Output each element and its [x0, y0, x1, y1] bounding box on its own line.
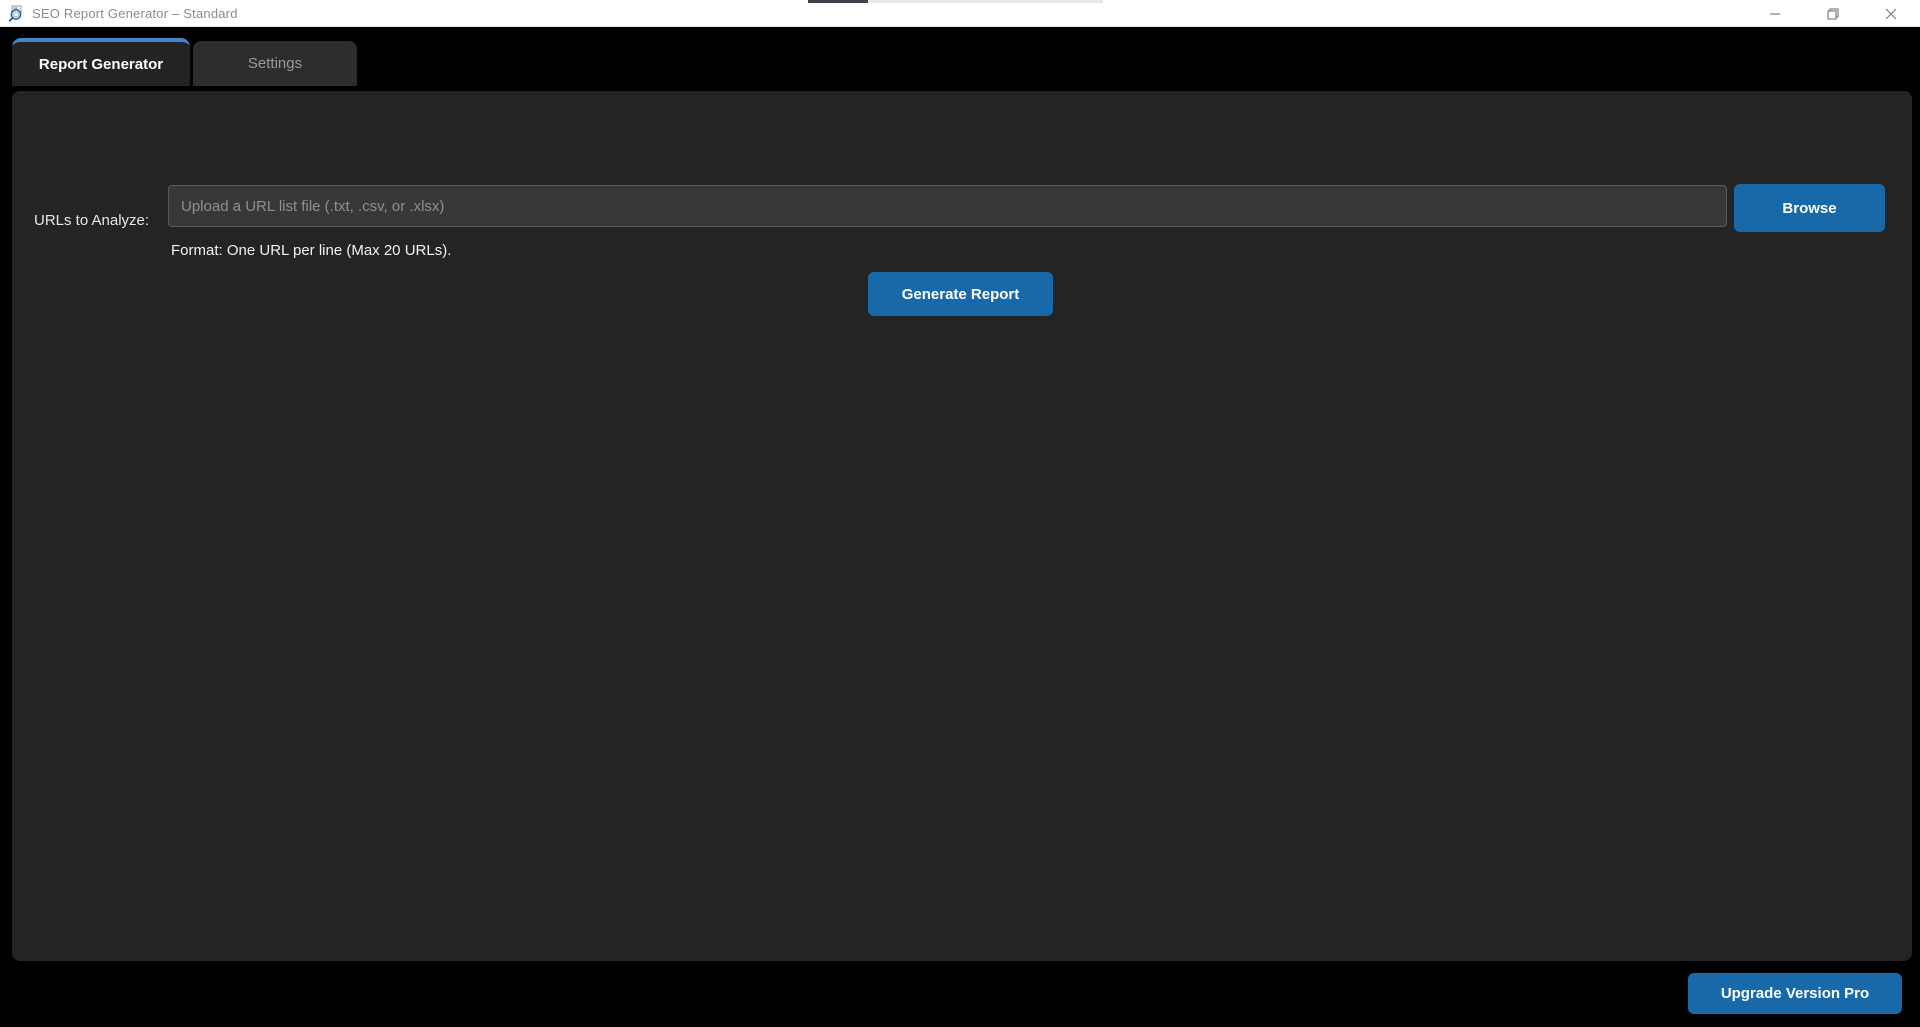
window-controls [1746, 0, 1920, 27]
restore-button[interactable] [1804, 0, 1862, 27]
upgrade-version-pro-button[interactable]: Upgrade Version Pro [1688, 973, 1902, 1014]
titlebar[interactable]: SEO Report Generator – Standard [0, 0, 1920, 27]
screen-edge-artifact-dark [808, 0, 868, 3]
minimize-button[interactable] [1746, 0, 1804, 27]
tab-settings-label: Settings [247, 55, 303, 72]
browse-button-label: Browse [1782, 199, 1837, 217]
tab-settings[interactable]: Settings [193, 41, 357, 86]
screen-edge-artifact-light [868, 0, 1103, 3]
close-button[interactable] [1862, 0, 1920, 27]
minimize-icon [1770, 12, 1780, 15]
app-window: { "window": { "title": "SEO Report Gener… [0, 0, 1920, 1027]
tab-report-generator-label: Report Generator [38, 55, 164, 73]
restore-icon [1827, 7, 1839, 20]
generate-report-button[interactable]: Generate Report [868, 272, 1053, 316]
report-generator-panel: URLs to Analyze: Browse Format: One URL … [12, 91, 1912, 961]
close-icon [1885, 8, 1897, 19]
window-title: SEO Report Generator – Standard [32, 5, 238, 21]
urls-to-analyze-label: URLs to Analyze: [34, 212, 150, 229]
upgrade-version-pro-label: Upgrade Version Pro [1720, 985, 1870, 1002]
tab-report-generator[interactable]: Report Generator [12, 38, 190, 86]
browse-button[interactable]: Browse [1734, 184, 1885, 232]
format-hint-text: Format: One URL per line (Max 20 URLs). [171, 242, 452, 259]
url-file-input[interactable] [168, 185, 1727, 227]
magnifier-document-icon [8, 5, 22, 22]
generate-report-button-label: Generate Report [901, 285, 1020, 303]
